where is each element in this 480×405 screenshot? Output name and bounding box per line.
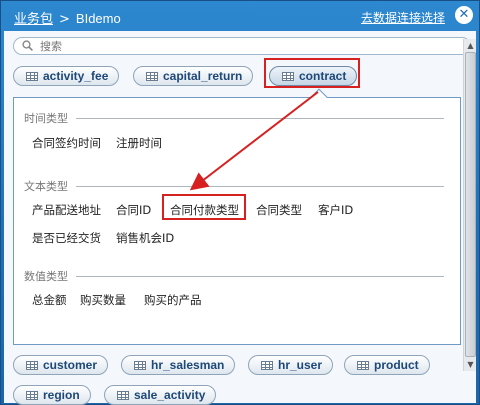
field-item[interactable]: 总金额 <box>32 292 67 308</box>
divider <box>76 275 444 277</box>
breadcrumb: 业务包 > BIdemo <box>14 8 121 27</box>
section-heading-label: 文本类型 <box>24 180 68 193</box>
breadcrumb-root-link[interactable]: 业务包 <box>14 12 53 27</box>
table-pill-region[interactable]: region <box>13 385 91 405</box>
close-icon[interactable]: ✕ <box>455 6 473 24</box>
table-pill-label: activity_fee <box>43 69 109 83</box>
table-pill-label: hr_salesman <box>151 358 225 372</box>
field-panel: 时间类型 合同签约时间 注册时间 文本类型 产品配送地址 合同ID 合同付款类型… <box>13 97 461 345</box>
table-pill-hr-user[interactable]: hr_user <box>248 355 334 375</box>
table-pill-sale-activity[interactable]: sale_activity <box>104 385 217 405</box>
table-pill-label: sale_activity <box>134 388 206 402</box>
field-item[interactable]: 产品配送地址 <box>32 202 101 218</box>
goto-data-connection-link[interactable]: 去数据连接选择 <box>361 9 445 26</box>
table-icon <box>146 72 158 81</box>
table-pill-activity-fee[interactable]: activity_fee <box>13 66 120 86</box>
table-icon <box>261 361 273 370</box>
table-icon <box>26 391 38 400</box>
divider <box>76 117 444 119</box>
section-heading-label: 时间类型 <box>24 112 68 125</box>
title-bar: 业务包 > BIdemo 去数据连接选择 ✕ <box>1 1 479 31</box>
field-item[interactable]: 购买的产品 <box>144 292 202 308</box>
scroll-thumb[interactable] <box>465 52 476 357</box>
field-item[interactable]: 购买数量 <box>80 292 126 308</box>
section-heading-time: 时间类型 <box>24 110 444 126</box>
table-pill-product[interactable]: product <box>344 355 430 375</box>
annotation-box-contract <box>264 58 360 88</box>
field-item[interactable]: 销售机会ID <box>116 230 174 246</box>
section-heading-numeric: 数值类型 <box>24 268 444 284</box>
breadcrumb-current: BIdemo <box>75 11 121 26</box>
table-icon <box>357 361 369 370</box>
search-input[interactable] <box>40 39 460 53</box>
section-heading-text: 文本类型 <box>24 178 444 194</box>
table-pill-label: hr_user <box>278 358 323 372</box>
table-icon <box>117 391 129 400</box>
table-icon <box>134 361 146 370</box>
scroll-down-icon[interactable]: ▼ <box>464 358 477 371</box>
divider <box>76 185 444 187</box>
table-pill-label: capital_return <box>163 69 243 83</box>
table-pill-label: customer <box>43 358 98 372</box>
field-item[interactable]: 合同类型 <box>256 202 302 218</box>
field-item[interactable]: 是否已经交货 <box>32 230 101 246</box>
table-icon <box>26 72 38 81</box>
table-icon <box>26 361 38 370</box>
field-item[interactable]: 客户ID <box>318 202 353 218</box>
table-pill-hr-salesman[interactable]: hr_salesman <box>121 355 236 375</box>
breadcrumb-separator: > <box>59 12 70 27</box>
annotation-box-field <box>162 194 246 220</box>
table-pill-label: product <box>374 358 419 372</box>
section-heading-label: 数值类型 <box>24 270 68 283</box>
table-pill-capital-return[interactable]: capital_return <box>133 66 254 86</box>
vertical-scrollbar[interactable]: ▲ ▼ <box>463 39 476 371</box>
field-item[interactable]: 合同ID <box>116 202 151 218</box>
search-box <box>13 37 471 55</box>
table-pill-customer[interactable]: customer <box>13 355 109 375</box>
field-item[interactable]: 注册时间 <box>116 135 162 151</box>
field-item[interactable]: 合同签约时间 <box>32 135 101 151</box>
scroll-up-icon[interactable]: ▲ <box>464 39 477 52</box>
search-icon <box>22 40 33 51</box>
table-pill-label: region <box>43 388 80 402</box>
